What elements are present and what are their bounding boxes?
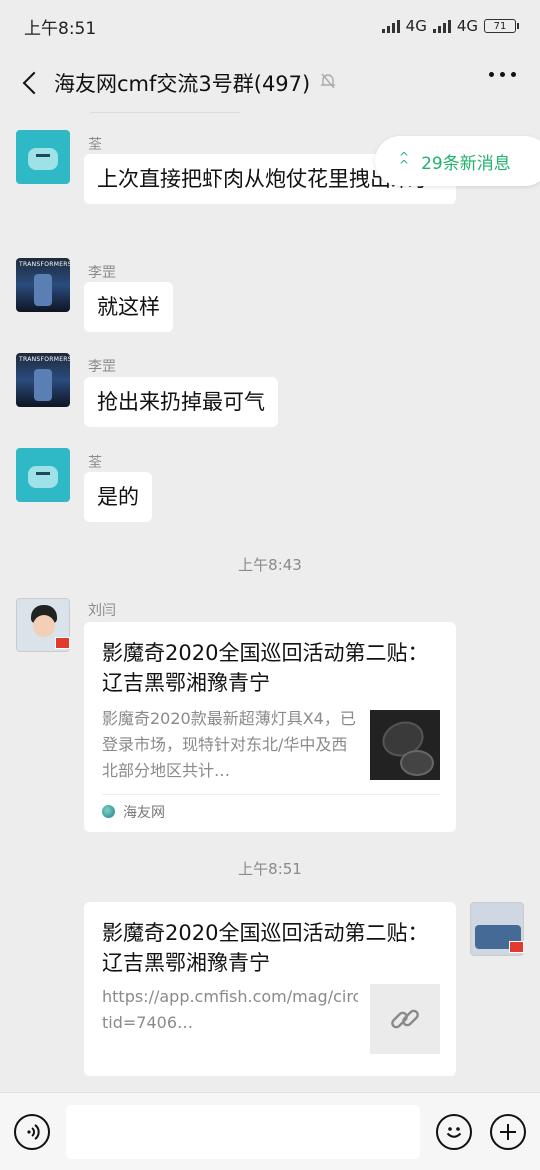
signal-icon <box>381 19 400 33</box>
double-chevron-up-icon: ^ ^ <box>399 150 410 172</box>
sender-name: 李罡 <box>88 359 116 375</box>
card-source: 海友网 <box>102 794 440 828</box>
sender-name: 荃 <box>88 455 102 471</box>
network-type-2: 4G <box>456 17 478 35</box>
status-bar: 上午8:51 4G 4G 71 <box>0 0 540 52</box>
sender-name: 刘闫 <box>88 603 116 619</box>
back-arrow-icon[interactable] <box>16 68 46 98</box>
avatar[interactable] <box>16 130 70 184</box>
sender-name: 荃 <box>88 137 102 153</box>
message-bubble[interactable]: 抢出来扔掉最可气 <box>84 377 278 427</box>
status-time: 上午8:51 <box>24 18 97 39</box>
status-indicators: 4G 4G 71 <box>381 17 519 35</box>
avatar[interactable] <box>16 353 70 407</box>
avatar[interactable] <box>16 448 70 502</box>
card-title: 影魔奇2020全国巡回活动第二贴：辽吉黑鄂湘豫青宁 <box>102 921 429 975</box>
chat-title: 海友网cmf交流3号群(497) <box>54 72 311 96</box>
card-title: 影魔奇2020全国巡回活动第二贴：辽吉黑鄂湘豫青宁 <box>102 641 429 695</box>
emoji-icon[interactable] <box>436 1113 472 1150</box>
message-bubble[interactable]: 是的 <box>84 472 152 522</box>
battery-level: 71 <box>493 20 507 32</box>
voice-icon[interactable] <box>14 1113 50 1150</box>
more-dots-icon[interactable] <box>489 72 516 77</box>
plus-icon[interactable] <box>490 1113 526 1150</box>
bell-muted-icon <box>320 72 336 94</box>
timestamp: 上午8:43 <box>238 556 302 574</box>
source-logo-icon <box>102 805 115 818</box>
sender-name: 李罡 <box>88 265 116 281</box>
message-input[interactable] <box>66 1104 420 1159</box>
message-bubble[interactable]: 就这样 <box>84 282 173 332</box>
divider <box>90 112 240 113</box>
card-source-name: 海友网 <box>123 804 165 821</box>
timestamp: 上午8:51 <box>238 860 302 878</box>
link-icon <box>370 984 440 1054</box>
network-type-1: 4G <box>405 17 427 35</box>
new-messages-label: 29条新消息 <box>421 153 511 174</box>
battery-icon: 71 <box>484 19 519 33</box>
card-description: 影魔奇2020款最新超薄灯具X4，已登录市场，现特针对东北/华中及西北部分地区共… <box>102 709 356 780</box>
card-description: https://app.cmfish.com/mag/circle/v1/for… <box>102 987 358 1032</box>
flag-icon <box>509 941 524 953</box>
new-messages-button[interactable]: ^ ^ 29条新消息 <box>375 136 540 186</box>
signal-icon <box>432 19 451 33</box>
avatar[interactable] <box>16 258 70 312</box>
input-bar <box>0 1092 540 1170</box>
flag-icon <box>55 637 70 649</box>
link-card[interactable]: 影魔奇2020全国巡回活动第二贴：辽吉黑鄂湘豫青宁 影魔奇2020款最新超薄灯具… <box>84 622 456 832</box>
link-card[interactable]: 影魔奇2020全国巡回活动第二贴：辽吉黑鄂湘豫青宁 https://app.cm… <box>84 902 456 1076</box>
chat-header: 海友网cmf交流3号群(497) <box>0 52 540 114</box>
card-thumbnail <box>370 710 440 780</box>
